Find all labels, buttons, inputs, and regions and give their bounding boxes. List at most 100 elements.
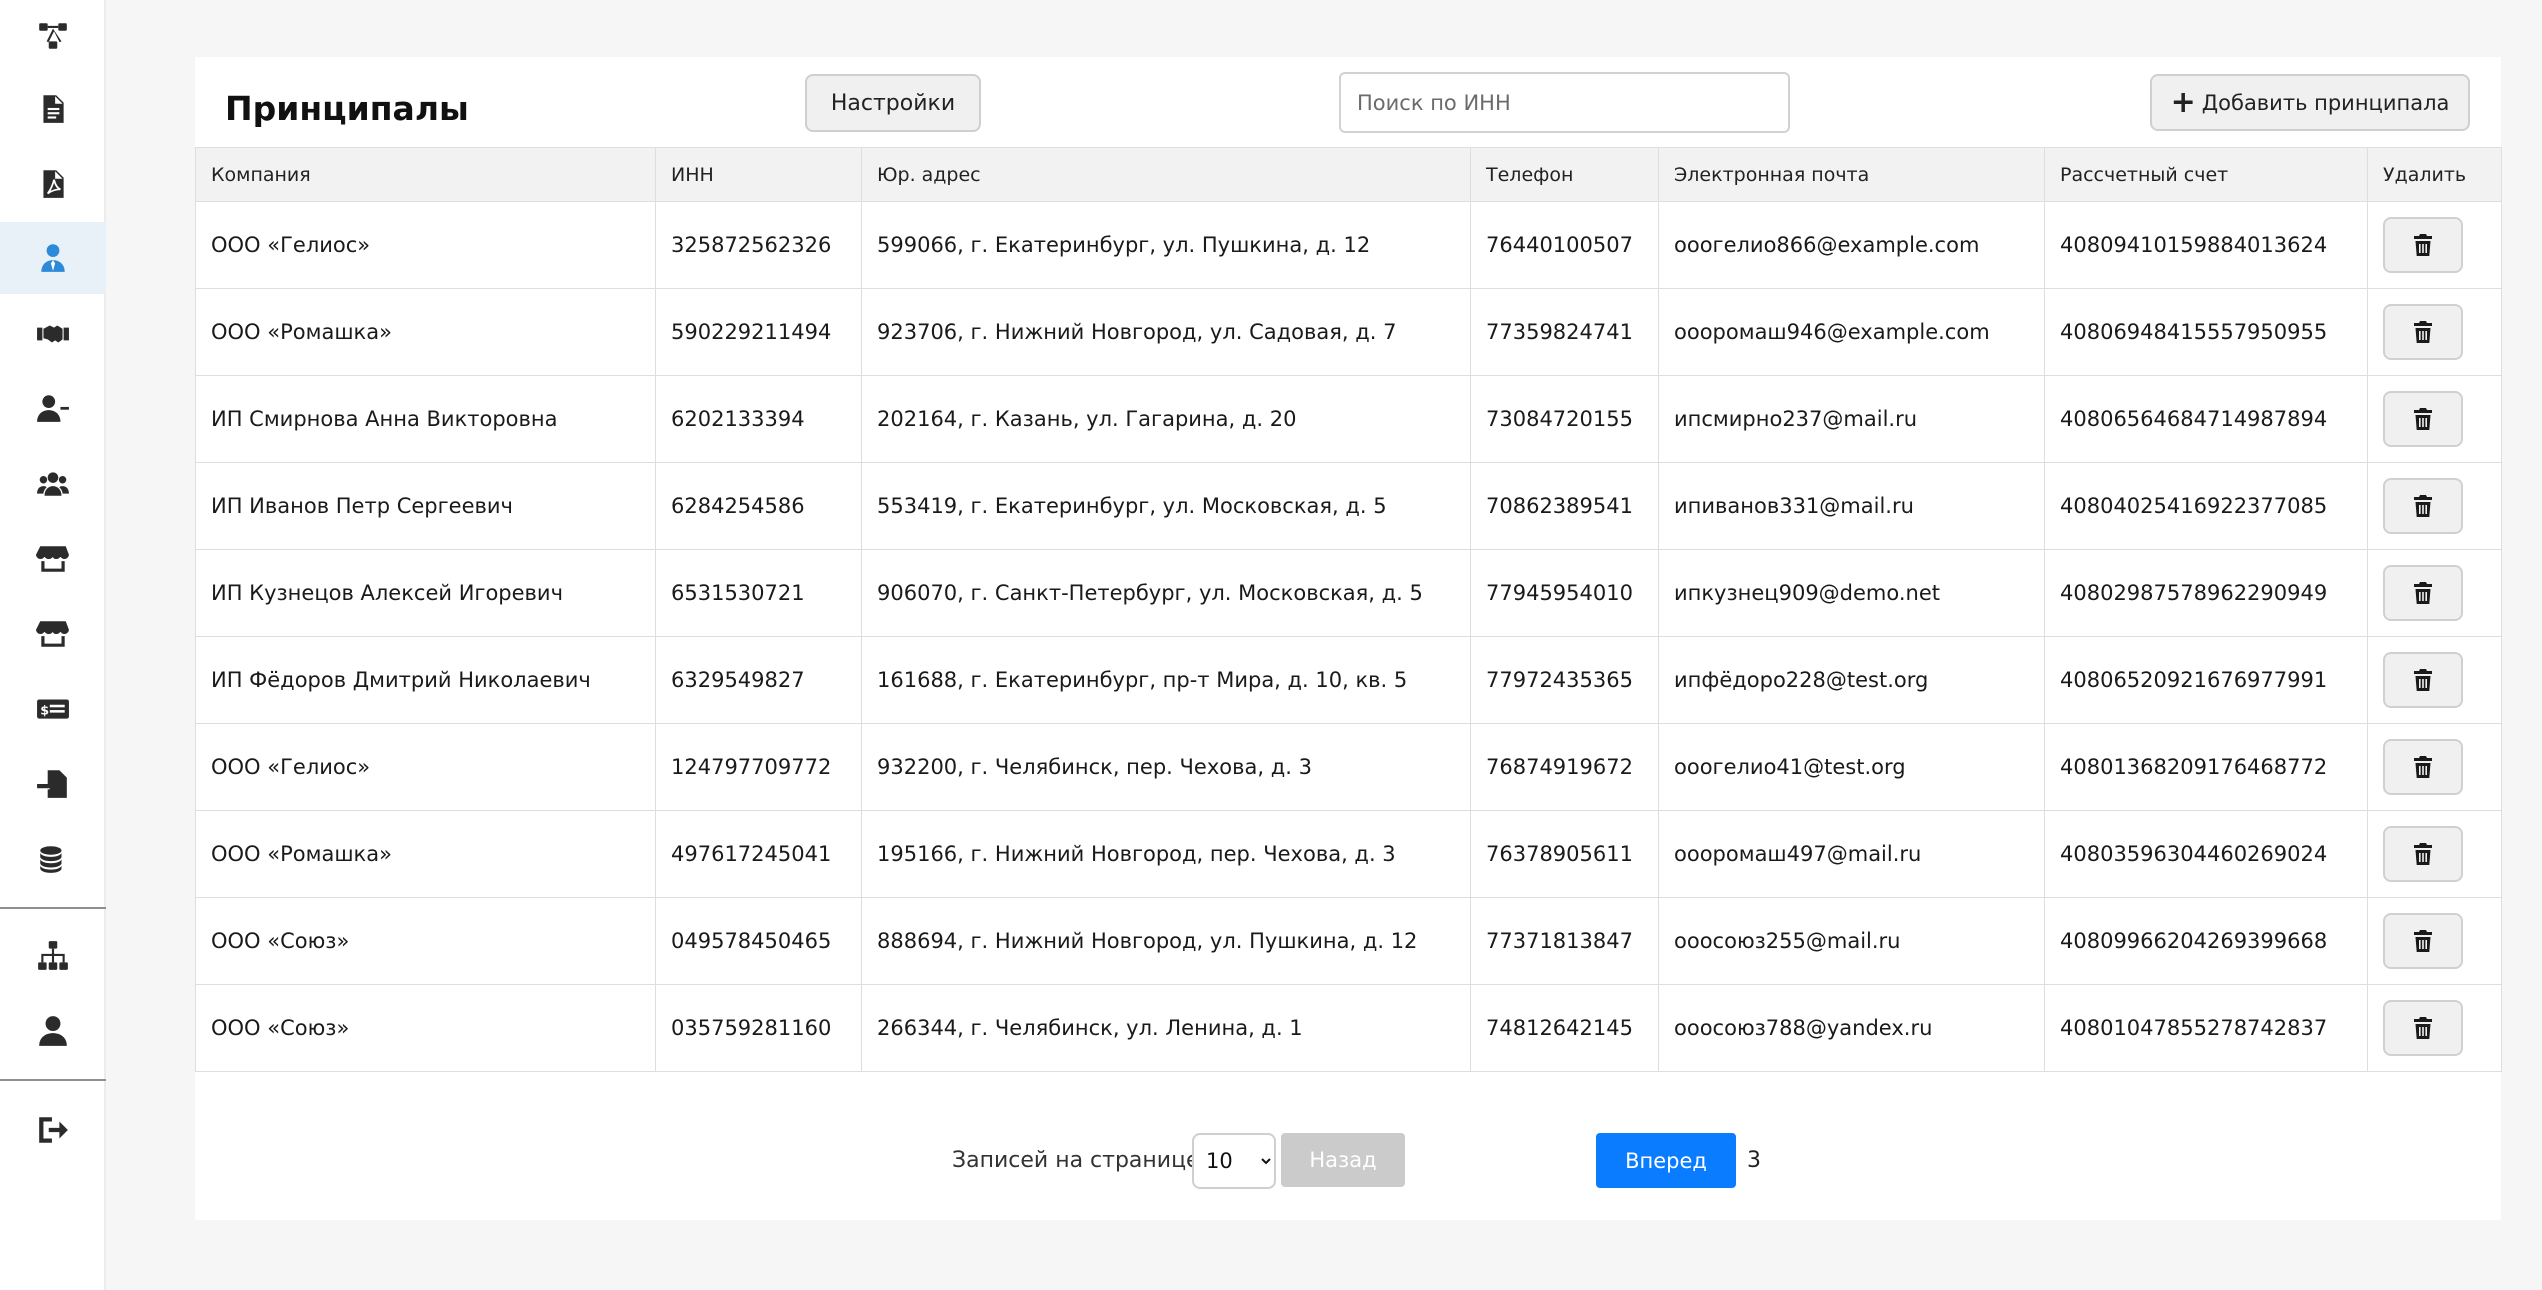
nav-profile[interactable] (0, 995, 106, 1067)
table-header-row: Компания ИНН Юр. адрес Телефон Электронн… (195, 147, 2502, 202)
nav-principals[interactable] (0, 222, 106, 294)
document-icon (43, 95, 64, 123)
nav-store[interactable] (0, 523, 106, 595)
next-button[interactable]: Вперед (1596, 1133, 1736, 1188)
cell-phone: 77359824741 (1470, 288, 1659, 376)
nav-pdf[interactable] (0, 148, 106, 220)
cell-delete (2367, 897, 2502, 985)
table-row: ИП Кузнецов Алексей Игоревич 6531530721 90… (195, 549, 2502, 637)
cell-phone: 76440100507 (1470, 201, 1659, 289)
file-import-icon (37, 770, 67, 798)
column-header-address[interactable]: Юр. адрес (861, 147, 1471, 202)
cell-email: ооогелио41@test.org (1658, 723, 2045, 811)
cell-delete (2367, 462, 2502, 550)
inn-search-input[interactable] (1339, 72, 1790, 133)
nav-logout[interactable] (0, 1094, 106, 1166)
cell-phone: 70862389541 (1470, 462, 1659, 550)
delete-button[interactable] (2383, 739, 2463, 795)
cell-company: ООО «Союз» (195, 897, 656, 985)
table-row: ООО «Союз» 035759281160 266344, г. Челябин… (195, 984, 2502, 1072)
svg-text:$: $ (40, 703, 49, 718)
cell-company: ИП Иванов Петр Сергеевич (195, 462, 656, 550)
cell-account: 40801368209176468772 (2044, 723, 2368, 811)
page-title: Принципалы (225, 89, 469, 128)
principals-table: Компания ИНН Юр. адрес Телефон Электронн… (195, 147, 2502, 1072)
sign-out-icon (39, 1117, 68, 1143)
store-alt-icon (36, 621, 69, 647)
nav-import[interactable] (0, 748, 106, 820)
cell-delete (2367, 636, 2502, 724)
cell-inn: 6284254586 (655, 462, 862, 550)
delete-button[interactable] (2383, 391, 2463, 447)
delete-button[interactable] (2383, 217, 2463, 273)
delete-button[interactable] (2383, 1000, 2463, 1056)
trash-icon (2414, 843, 2432, 865)
cell-company: ООО «Союз» (195, 984, 656, 1072)
cell-email: ипфёдоро228@test.org (1658, 636, 2045, 724)
cell-inn: 035759281160 (655, 984, 862, 1072)
pagination: Записей на странице: 10 Назад 1 . 2 . 3 … (195, 1133, 2501, 1189)
cell-company: ИП Смирнова Анна Викторовна (195, 375, 656, 463)
users-group-icon (37, 472, 69, 496)
cell-account: 40802987578962290949 (2044, 549, 2368, 637)
trash-icon (2414, 234, 2432, 256)
cell-account: 40801047855278742837 (2044, 984, 2368, 1072)
delete-button[interactable] (2383, 826, 2463, 882)
cell-inn: 6202133394 (655, 375, 862, 463)
delete-button[interactable] (2383, 304, 2463, 360)
nav-deals[interactable] (0, 298, 106, 370)
nav-finance[interactable] (0, 823, 106, 895)
column-header-inn[interactable]: ИНН (655, 147, 862, 202)
trash-icon (2414, 495, 2432, 517)
cell-delete (2367, 201, 2502, 289)
add-principal-label: Добавить принципала (2201, 90, 2450, 115)
nav-store-2[interactable] (0, 598, 106, 670)
settings-button[interactable]: Настройки (805, 74, 981, 132)
add-principal-button[interactable]: + Добавить принципала (2150, 74, 2470, 131)
cell-company: ИП Кузнецов Алексей Игоревич (195, 549, 656, 637)
per-page-select[interactable]: 10 (1192, 1133, 1276, 1189)
nav-structure[interactable] (0, 920, 106, 992)
column-header-company[interactable]: Компания (195, 147, 656, 202)
cell-phone: 77945954010 (1470, 549, 1659, 637)
table-row: ИП Фёдоров Дмитрий Николаевич 6329549827 1… (195, 636, 2502, 724)
cell-account: 40809966204269399668 (2044, 897, 2368, 985)
cell-address: 553419, г. Екатеринбург, ул. Московская,… (861, 462, 1471, 550)
cell-phone: 74812642145 (1470, 984, 1659, 1072)
nav-payments[interactable]: $ (0, 673, 106, 745)
cell-inn: 6531530721 (655, 549, 862, 637)
table-row: ООО «Гелиос» 124797709772 932200, г. Челяб… (195, 723, 2502, 811)
cell-address: 202164, г. Казань, ул. Гагарина, д. 20 (861, 375, 1471, 463)
cell-address: 923706, г. Нижний Новгород, ул. Садовая,… (861, 288, 1471, 376)
cell-address: 195166, г. Нижний Новгород, пер. Чехова,… (861, 810, 1471, 898)
column-header-phone[interactable]: Телефон (1470, 147, 1659, 202)
trash-icon (2414, 669, 2432, 691)
cell-company: ООО «Ромашка» (195, 810, 656, 898)
sidebar-divider (0, 907, 106, 909)
cell-email: ипкузнец909@demo.net (1658, 549, 2045, 637)
nav-workflow[interactable] (0, 0, 106, 72)
delete-button[interactable] (2383, 913, 2463, 969)
column-header-account[interactable]: Рассчетный счет (2044, 147, 2368, 202)
nav-documents[interactable] (0, 73, 106, 145)
column-header-email[interactable]: Электронная почта (1658, 147, 2045, 202)
page-link-3[interactable]: 3 (1747, 1133, 1761, 1189)
cell-address: 599066, г. Екатеринбург, ул. Пушкина, д.… (861, 201, 1471, 289)
cell-inn: 325872562326 (655, 201, 862, 289)
delete-button[interactable] (2383, 652, 2463, 708)
cell-inn: 497617245041 (655, 810, 862, 898)
cell-email: ипсмирно237@mail.ru (1658, 375, 2045, 463)
cell-address: 888694, г. Нижний Новгород, ул. Пушкина,… (861, 897, 1471, 985)
nav-users[interactable] (0, 448, 106, 520)
cell-delete (2367, 288, 2502, 376)
nav-user-remove[interactable] (0, 372, 106, 444)
table-row: ООО «Ромашка» 497617245041 195166, г. Нижн… (195, 810, 2502, 898)
delete-button[interactable] (2383, 478, 2463, 534)
delete-button[interactable] (2383, 565, 2463, 621)
workflow-icon (39, 23, 67, 49)
cell-account: 40806564684714987894 (2044, 375, 2368, 463)
trash-icon (2414, 321, 2432, 343)
cell-email: ипиванов331@mail.ru (1658, 462, 2045, 550)
plus-icon: + (2170, 84, 2196, 120)
cell-inn: 124797709772 (655, 723, 862, 811)
